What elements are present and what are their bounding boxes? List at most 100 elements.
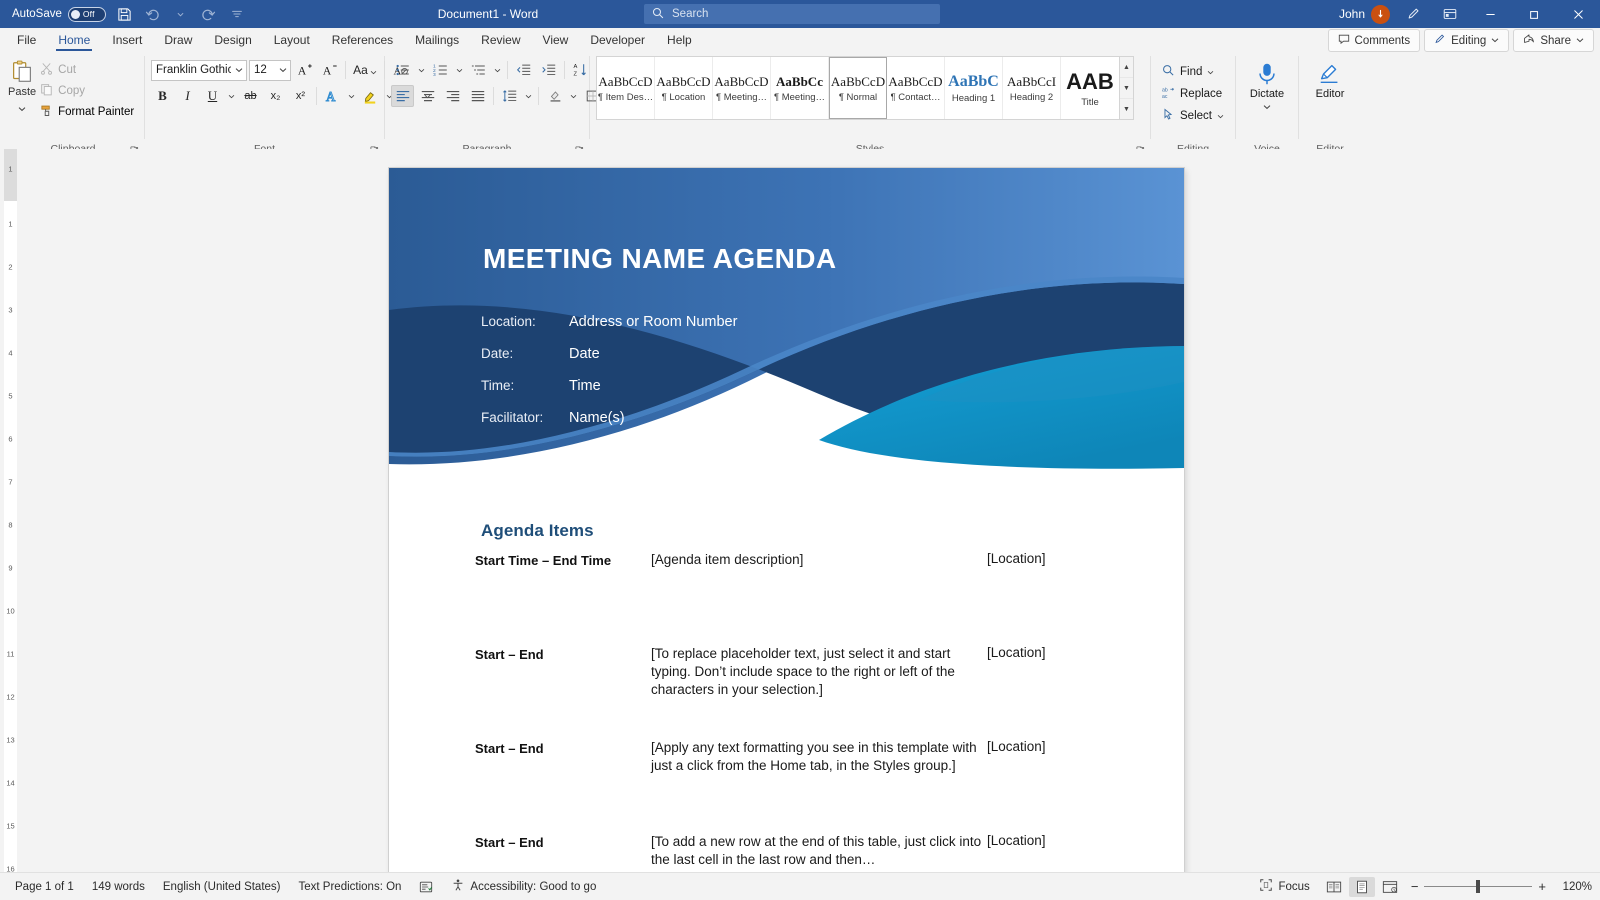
change-case-button[interactable]: Aa: [350, 59, 380, 81]
table-row[interactable]: Start Time – End Time [Agenda item descr…: [475, 551, 1165, 645]
zoom-slider[interactable]: − +: [1405, 879, 1552, 894]
font-size-combo[interactable]: 12: [249, 59, 291, 81]
redo-icon[interactable]: [196, 2, 222, 26]
dictate-button[interactable]: Dictate: [1242, 57, 1292, 113]
comments-button[interactable]: Comments: [1327, 29, 1421, 52]
justify-icon[interactable]: [466, 85, 489, 107]
agenda-description[interactable]: [To replace placeholder text, just selec…: [651, 645, 987, 739]
table-row[interactable]: Start – End [Apply any text formatting y…: [475, 739, 1165, 833]
subscript-button[interactable]: x₂: [264, 85, 287, 107]
tab-design[interactable]: Design: [203, 28, 262, 52]
autosave-toggle[interactable]: AutoSave Off: [8, 6, 110, 22]
paste-dropdown-icon[interactable]: [18, 99, 26, 117]
chevron-down-icon[interactable]: [1207, 66, 1214, 78]
bold-button[interactable]: B: [151, 85, 174, 107]
text-highlight-color-icon[interactable]: [359, 85, 382, 107]
bullets-icon[interactable]: [391, 59, 414, 81]
ribbon-display-options-icon[interactable]: [1432, 0, 1468, 28]
chevron-down-icon[interactable]: [275, 67, 290, 73]
style-item-heading-1[interactable]: AaBbC Heading 1: [945, 57, 1003, 119]
field-facilitator[interactable]: Facilitator: Name(s): [481, 410, 737, 442]
chevron-down-icon[interactable]: [1217, 110, 1224, 122]
line-spacing-dropdown-icon[interactable]: [523, 85, 534, 107]
pen-icon[interactable]: [1396, 0, 1432, 28]
strikethrough-button[interactable]: ab: [239, 85, 262, 107]
cut-button[interactable]: Cut: [36, 60, 138, 79]
page-status[interactable]: Page 1 of 1: [6, 881, 83, 893]
field-time[interactable]: Time: Time: [481, 378, 737, 410]
tab-mailings[interactable]: Mailings: [404, 28, 470, 52]
multilevel-dropdown-icon[interactable]: [492, 59, 503, 81]
tab-references[interactable]: References: [321, 28, 404, 52]
agenda-description[interactable]: [Agenda item description]: [651, 551, 987, 645]
agenda-time[interactable]: Start – End: [475, 739, 651, 833]
web-layout-icon[interactable]: [1377, 877, 1403, 897]
dictate-dropdown-icon[interactable]: [1263, 101, 1271, 113]
increase-indent-icon[interactable]: [537, 59, 560, 81]
tab-layout[interactable]: Layout: [263, 28, 321, 52]
word-count[interactable]: 149 words: [83, 881, 154, 893]
align-left-icon[interactable]: [391, 85, 414, 107]
save-icon[interactable]: [112, 2, 138, 26]
zoom-thumb[interactable]: [1476, 880, 1481, 893]
styles-gallery[interactable]: AaBbCcD ¶ Item Des… AaBbCcD ¶ Location A…: [596, 56, 1120, 120]
style-item-title[interactable]: AAB Title: [1061, 57, 1119, 119]
decrease-indent-icon[interactable]: [512, 59, 535, 81]
accessibility-status[interactable]: Accessibility: Good to go: [442, 878, 605, 895]
table-row[interactable]: Start – End [To add a new row at the end…: [475, 833, 1165, 872]
bullets-dropdown-icon[interactable]: [416, 59, 427, 81]
proofing-errors-icon[interactable]: [410, 880, 442, 894]
text-effects-dropdown-icon[interactable]: [346, 85, 357, 107]
align-center-icon[interactable]: [416, 85, 439, 107]
underline-button[interactable]: U: [201, 85, 224, 107]
agenda-table[interactable]: Start Time – End Time [Agenda item descr…: [475, 551, 1165, 872]
search-box[interactable]: [644, 4, 940, 24]
sort-icon[interactable]: AZ: [569, 59, 592, 81]
agenda-description[interactable]: [To add a new row at the end of this tab…: [651, 833, 987, 872]
restore-icon[interactable]: [1512, 0, 1556, 28]
style-item-location[interactable]: AaBbCcD ¶ Location: [655, 57, 713, 119]
tab-file[interactable]: File: [6, 28, 47, 52]
shrink-font-icon[interactable]: A: [318, 59, 341, 81]
table-row[interactable]: Start – End [To replace placeholder text…: [475, 645, 1165, 739]
agenda-time[interactable]: Start Time – End Time: [475, 551, 651, 645]
align-right-icon[interactable]: [441, 85, 464, 107]
chevron-down-icon[interactable]: [231, 67, 246, 73]
search-input[interactable]: [672, 8, 932, 20]
tab-home[interactable]: Home: [47, 28, 101, 52]
tab-draw[interactable]: Draw: [153, 28, 203, 52]
copy-button[interactable]: Copy: [36, 81, 138, 100]
format-painter-button[interactable]: Format Painter: [36, 102, 138, 121]
font-name-combo[interactable]: Franklin Gothic B…: [151, 59, 247, 81]
undo-dropdown-icon[interactable]: [168, 2, 194, 26]
styles-gallery-scroll[interactable]: ▲ ▼ ▼: [1120, 56, 1134, 120]
grow-font-icon[interactable]: A: [293, 59, 316, 81]
select-button[interactable]: Select: [1157, 105, 1229, 126]
agenda-time[interactable]: Start – End: [475, 645, 651, 739]
find-button[interactable]: Find: [1157, 61, 1229, 82]
field-value[interactable]: Address or Room Number: [569, 314, 737, 330]
style-item-meeting-4[interactable]: AaBbCc ¶ Meeting…: [771, 57, 829, 119]
print-layout-icon[interactable]: [1348, 876, 1375, 897]
zoom-level[interactable]: 120%: [1554, 881, 1592, 893]
tab-view[interactable]: View: [532, 28, 580, 52]
tab-developer[interactable]: Developer: [579, 28, 656, 52]
share-button[interactable]: Share: [1513, 29, 1594, 52]
text-predictions-status[interactable]: Text Predictions: On: [290, 881, 411, 893]
styles-more-icon[interactable]: ▼: [1120, 99, 1133, 119]
editor-button[interactable]: Editor: [1305, 57, 1355, 100]
zoom-in-button[interactable]: +: [1538, 879, 1546, 894]
field-date[interactable]: Date: Date: [481, 346, 737, 378]
field-value[interactable]: Date: [569, 346, 600, 362]
style-item-meeting-3[interactable]: AaBbCcD ¶ Meeting…: [713, 57, 771, 119]
field-value[interactable]: Name(s): [569, 410, 625, 426]
autosave-switch[interactable]: Off: [67, 6, 106, 22]
styles-scroll-up-icon[interactable]: ▲: [1120, 57, 1133, 78]
agenda-location[interactable]: [Location]: [987, 645, 1165, 739]
style-item-heading-2[interactable]: AaBbCcI Heading 2: [1003, 57, 1061, 119]
tab-review[interactable]: Review: [470, 28, 531, 52]
superscript-button[interactable]: x²: [289, 85, 312, 107]
read-mode-icon[interactable]: [1321, 877, 1347, 897]
style-item-contact[interactable]: AaBbCcD ¶ Contact…: [887, 57, 945, 119]
shading-dropdown-icon[interactable]: [568, 85, 579, 107]
